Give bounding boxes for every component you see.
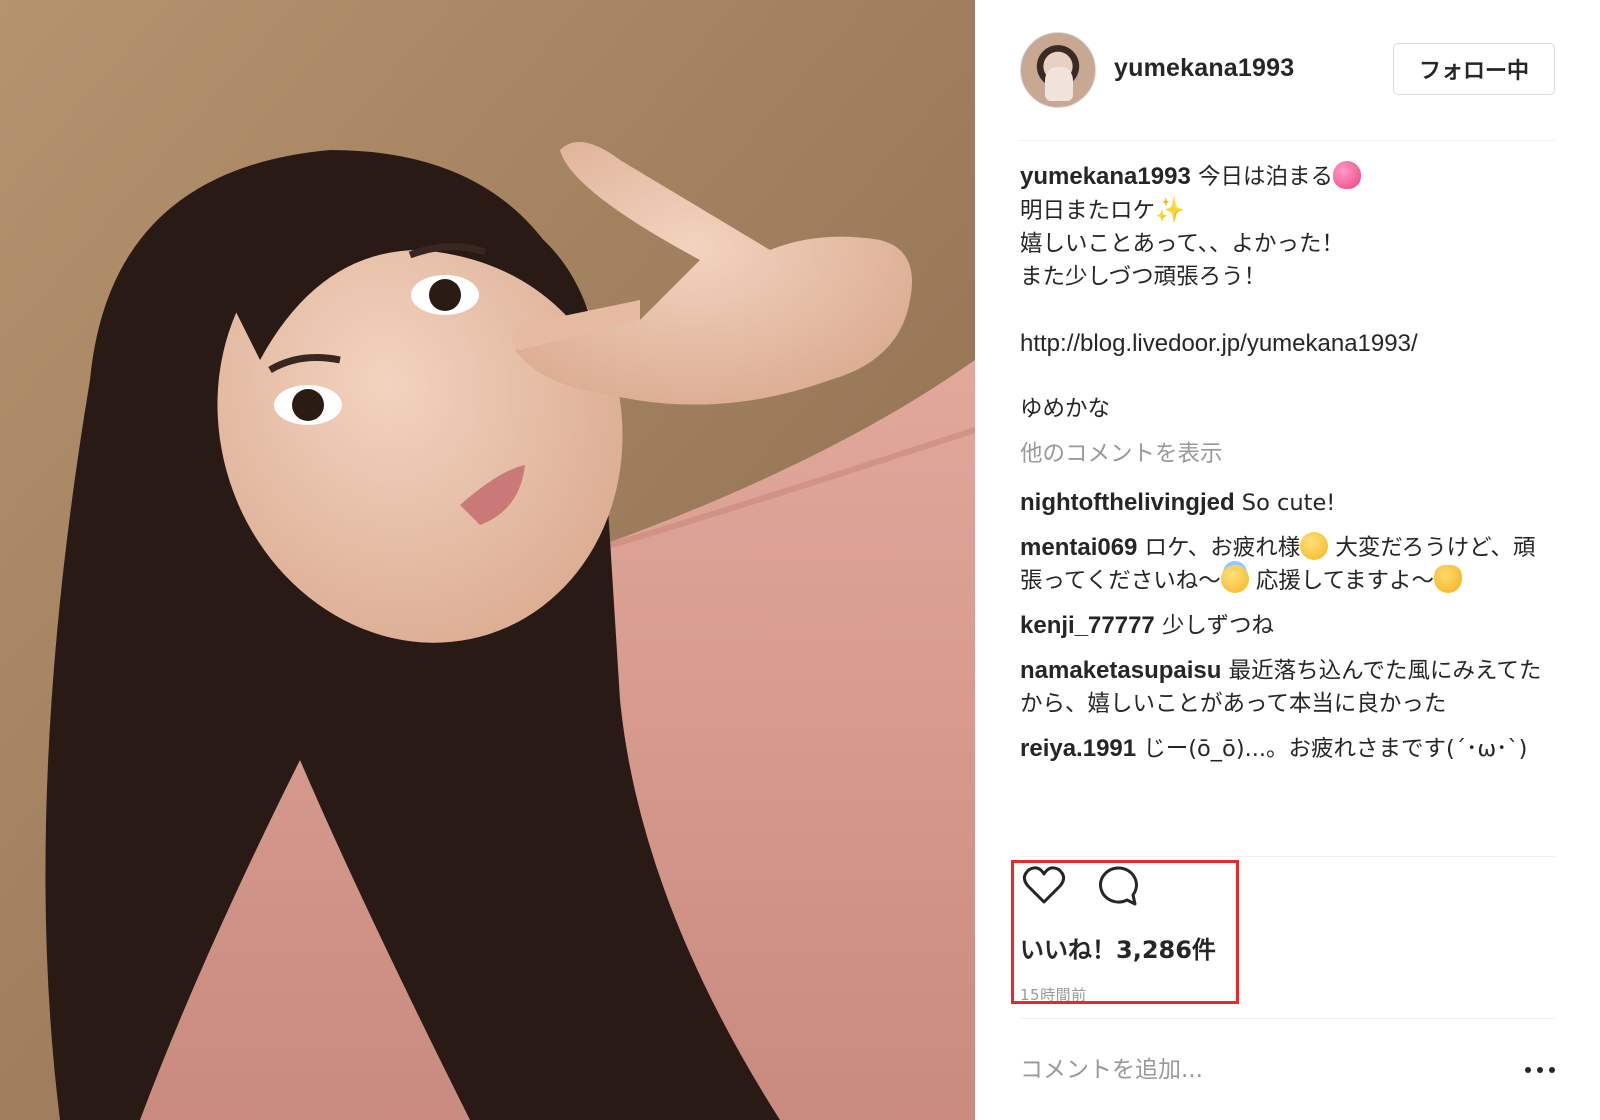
comment-text: 応援してますよ〜 bbox=[1248, 568, 1435, 594]
header-divider bbox=[1020, 140, 1555, 141]
caption-username[interactable]: yumekana1993 bbox=[1020, 163, 1191, 190]
comment-bubble-icon[interactable] bbox=[1094, 862, 1142, 910]
comment-item: namaketasupaisu 最近落ち込んでた風にみえてたから、嬉しいことがあ… bbox=[1020, 654, 1555, 721]
comments-list[interactable]: yumekana1993 今日は泊まる 明日またロケ✨ 嬉しいことあって、、よか… bbox=[1020, 160, 1555, 850]
halo-face-emoji-icon bbox=[1220, 565, 1249, 593]
post-timestamp[interactable]: 15時間前 bbox=[1020, 984, 1087, 1005]
comment-username[interactable]: reiya.1991 bbox=[1020, 735, 1136, 762]
likes-count[interactable]: いいね！3,286件 bbox=[1020, 930, 1216, 965]
more-options-icon[interactable] bbox=[1525, 1062, 1555, 1078]
header-username[interactable]: yumekana1993 bbox=[1114, 54, 1294, 83]
comment-text: ロケ、お疲れ様 bbox=[1137, 535, 1301, 561]
comment-text: So cute! bbox=[1234, 490, 1336, 516]
post-actions bbox=[1020, 862, 1220, 912]
avatar[interactable] bbox=[1020, 32, 1096, 108]
load-more-comments-link[interactable]: 他のコメントを表示 bbox=[1020, 438, 1555, 471]
comment-item: mentai069 ロケ、お疲れ様 大変だろうけど、頑張ってくださいね〜 応援し… bbox=[1020, 531, 1555, 598]
comments-divider bbox=[1020, 856, 1555, 857]
caption: yumekana1993 今日は泊まる 明日またロケ✨ 嬉しいことあって、、よか… bbox=[1020, 160, 1555, 426]
sparkles-emoji-icon: ✨ bbox=[1155, 196, 1185, 224]
comment-username[interactable]: kenji_77777 bbox=[1020, 612, 1155, 639]
following-button[interactable]: フォロー中 bbox=[1393, 43, 1555, 95]
comment-username[interactable]: nightofthelivingjed bbox=[1020, 489, 1235, 516]
post-header: yumekana1993 フォロー中 bbox=[1020, 32, 1555, 108]
comment-username[interactable]: mentai069 bbox=[1020, 534, 1137, 561]
comment-item: nightofthelivingjed So cute! bbox=[1020, 486, 1555, 520]
comment-item: reiya.1991 じー(ō_ō)...。お疲れさまです(´･ω･`) bbox=[1020, 732, 1555, 766]
comment-text: じー(ō_ō)...。お疲れさまです(´･ω･`) bbox=[1136, 736, 1528, 762]
heart-emoji-icon bbox=[1332, 161, 1361, 189]
selfie-illustration bbox=[0, 0, 975, 1120]
heart-icon[interactable] bbox=[1020, 862, 1068, 910]
post-side-panel: yumekana1993 フォロー中 yumekana1993 今日は泊まる 明… bbox=[975, 0, 1600, 1120]
caption-line-4: また少しづつ頑張ろう！ bbox=[1020, 264, 1267, 290]
waving-hand-emoji-icon bbox=[1434, 565, 1463, 593]
post-photo[interactable] bbox=[0, 0, 975, 1120]
caption-link[interactable]: http://blog.livedoor.jp/yumekana1993/ bbox=[1020, 327, 1555, 360]
comment-username[interactable]: namaketasupaisu bbox=[1020, 657, 1221, 684]
comment-item: kenji_77777 少しずつね bbox=[1020, 609, 1555, 643]
comment-text: 少しずつね bbox=[1154, 613, 1274, 639]
caption-line-1: 今日は泊まる bbox=[1190, 164, 1333, 190]
caption-line-2: 明日またロケ bbox=[1020, 198, 1156, 224]
actions-divider bbox=[1020, 1018, 1555, 1019]
hugging-face-emoji-icon bbox=[1300, 532, 1329, 560]
caption-signature: ゆめかな bbox=[1020, 396, 1111, 422]
caption-line-3: 嬉しいことあって、、よかった！ bbox=[1020, 231, 1345, 257]
add-comment-input[interactable] bbox=[1020, 1050, 1480, 1090]
